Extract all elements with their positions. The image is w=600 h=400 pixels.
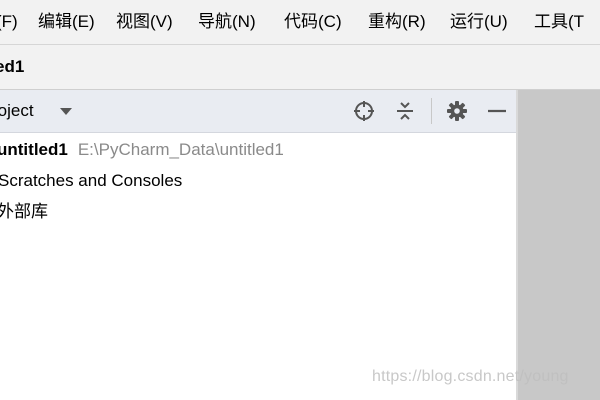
tree-item-label: 外部库 <box>0 202 48 221</box>
menu-edit[interactable]: 编辑(E) <box>38 11 95 33</box>
navigation-bar: ed1 <box>0 45 600 90</box>
project-tree: untitled1 E:\PyCharm_Data\untitled1 Scrat… <box>0 133 518 400</box>
menu-bar: (F) 编辑(E) 视图(V) 导航(N) 代码(C) 重构(R) 运行(U) … <box>0 0 600 45</box>
chevron-down-icon[interactable] <box>60 108 72 115</box>
menu-refactor[interactable]: 重构(R) <box>368 11 426 33</box>
menu-file[interactable]: (F) <box>0 11 18 33</box>
gear-icon[interactable] <box>446 100 468 122</box>
editor-area <box>518 90 600 400</box>
project-toolwindow-header: roject <box>0 90 518 133</box>
tree-item-path: E:\PyCharm_Data\untitled1 <box>77 140 284 159</box>
tree-item-label: Scratches and Consoles <box>0 171 183 190</box>
menu-tools[interactable]: 工具(T <box>534 11 584 33</box>
tree-item-project-root[interactable]: untitled1 E:\PyCharm_Data\untitled1 <box>0 137 284 163</box>
tree-item-scratches[interactable]: Scratches and Consoles <box>0 168 182 194</box>
project-breadcrumb[interactable]: ed1 <box>0 56 24 78</box>
locate-icon[interactable] <box>353 100 375 122</box>
project-view-selector[interactable]: roject <box>0 100 34 122</box>
menu-run[interactable]: 运行(U) <box>450 11 508 33</box>
toolbar-divider <box>431 98 432 124</box>
minimize-icon[interactable] <box>486 100 508 122</box>
collapse-all-icon[interactable] <box>394 100 416 122</box>
tree-item-label: untitled1 <box>0 140 68 159</box>
watermark: https://blog.csdn.net/young <box>372 368 569 385</box>
tree-item-external-libraries[interactable]: 外部库 <box>0 199 48 225</box>
menu-view[interactable]: 视图(V) <box>116 11 173 33</box>
menu-navigate[interactable]: 导航(N) <box>198 11 256 33</box>
menu-code[interactable]: 代码(C) <box>284 11 342 33</box>
